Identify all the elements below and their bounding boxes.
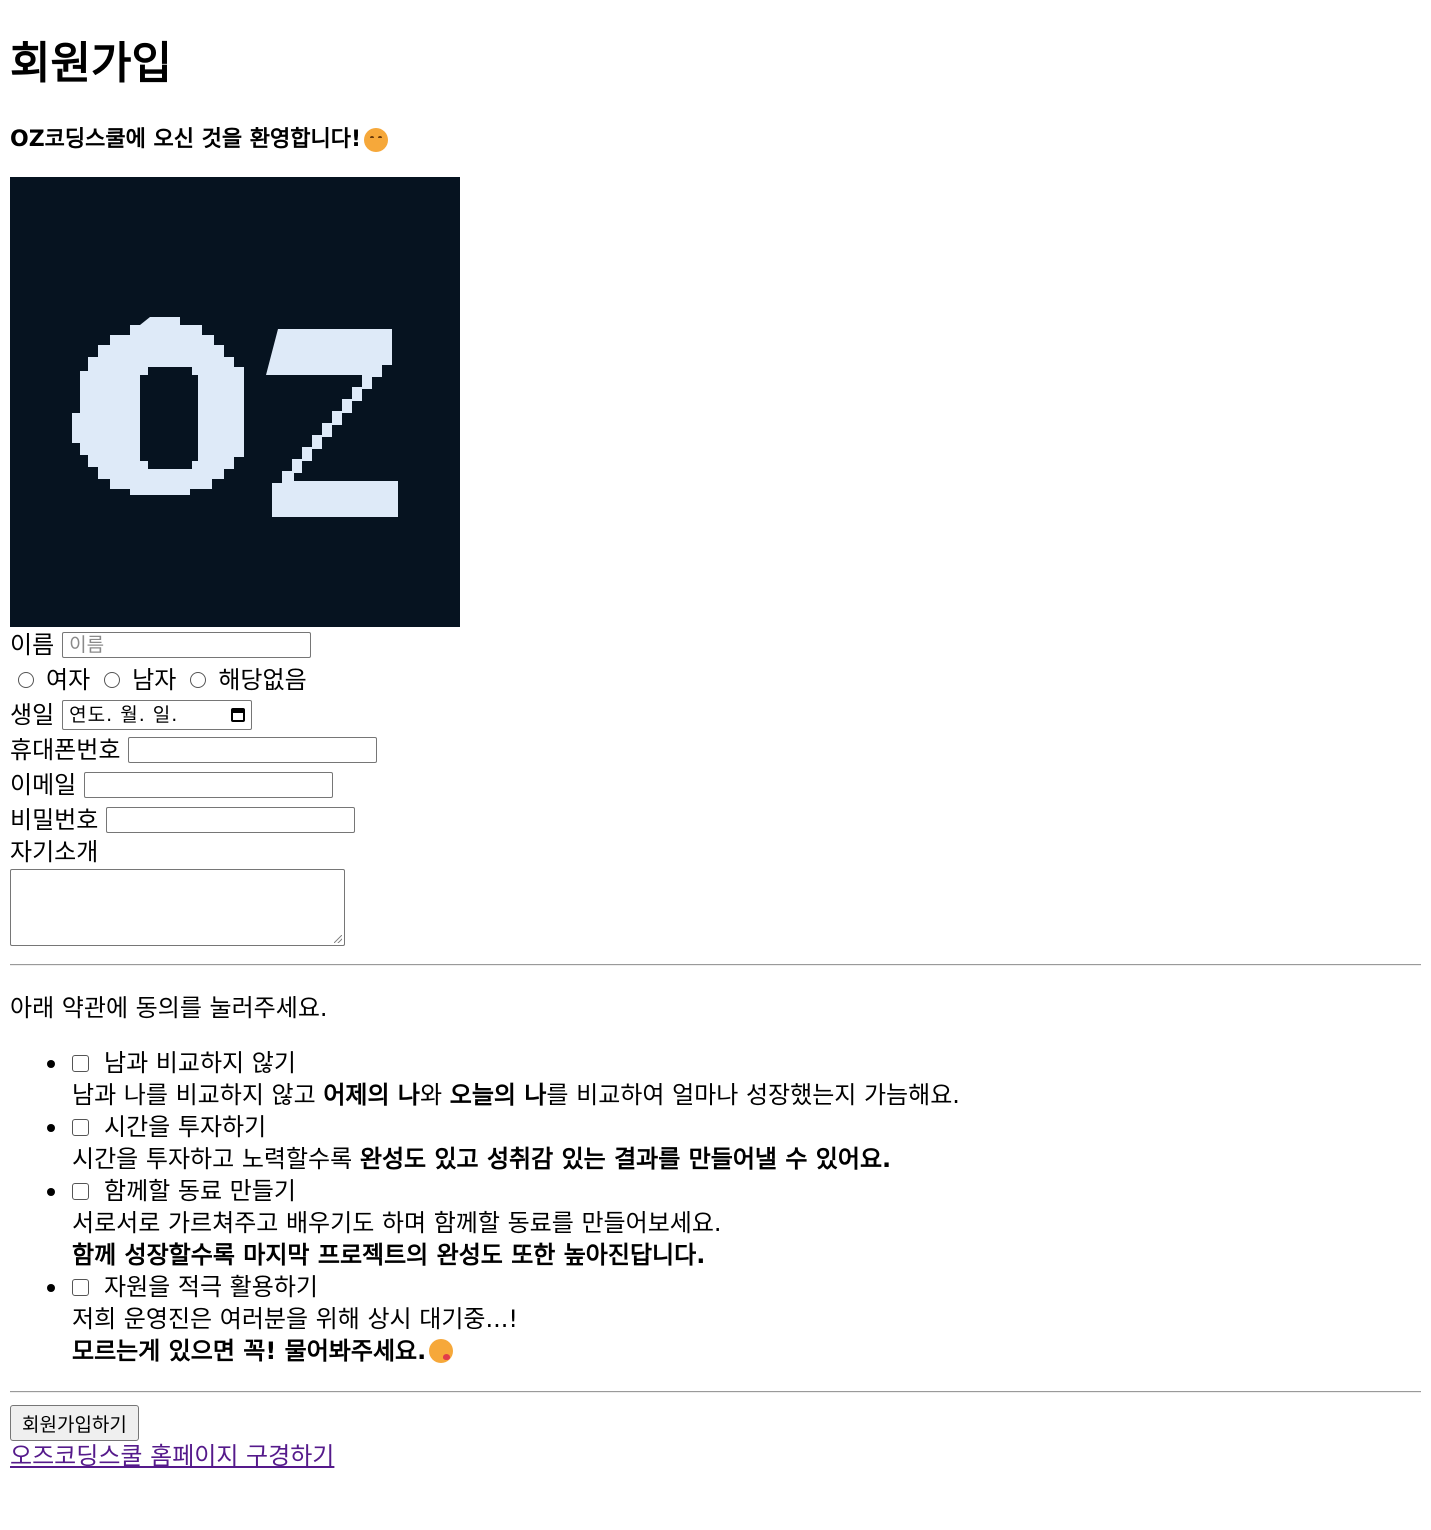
calendar-icon[interactable] (231, 707, 246, 722)
phone-row: 휴대폰번호 (10, 732, 1421, 767)
oz-logo (10, 177, 460, 627)
term-item: 시간을 투자하기 시간을 투자하고 노력할수록 완성도 있고 성취감 있는 결과… (47, 1111, 1421, 1175)
gender-label-male: 남자 (132, 665, 177, 694)
term-title-3: 함께할 동료 만들기 (104, 1177, 296, 1205)
term-checkbox-4[interactable] (72, 1278, 89, 1296)
phone-input[interactable] (128, 736, 378, 763)
gender-radio-female[interactable] (18, 671, 34, 688)
gender-radio-none[interactable] (190, 671, 207, 688)
divider (10, 964, 1421, 966)
birthday-input[interactable]: 연도. 월. 일. (62, 699, 253, 730)
name-input[interactable] (62, 631, 312, 658)
phone-label: 휴대폰번호 (10, 735, 121, 764)
term-title-1: 남과 비교하지 않기 (104, 1049, 296, 1077)
password-row: 비밀번호 (10, 802, 1421, 837)
term-desc-1: 남과 나를 비교하지 않고 어제의 나와 오늘의 나를 비교하여 얼마나 성장했… (72, 1081, 960, 1109)
term-desc-3: 서로서로 가르쳐주고 배우기도 하며 함께할 동료를 만들어보세요. 함께 성장… (72, 1209, 722, 1269)
name-label: 이름 (10, 630, 55, 659)
bullet-icon (47, 1060, 55, 1068)
gender-label-none: 해당없음 (218, 665, 307, 694)
term-checkbox-2[interactable] (72, 1118, 89, 1136)
hugging-face-icon (364, 128, 389, 152)
gender-label-female: 여자 (46, 665, 91, 694)
term-item: 함께할 동료 만들기 서로서로 가르쳐주고 배우기도 하며 함께할 동료를 만들… (47, 1175, 1421, 1271)
email-label: 이메일 (10, 770, 77, 799)
email-input[interactable] (84, 771, 334, 798)
welcome-message: OZ코딩스쿨에 오신 것을 환영합니다! (10, 128, 1421, 152)
signup-button[interactable]: 회원가입하기 (10, 1405, 139, 1441)
name-row: 이름 (10, 627, 1421, 662)
email-row: 이메일 (10, 767, 1421, 802)
birthday-placeholder: 연도. 월. 일. (69, 703, 179, 726)
term-checkbox-1[interactable] (72, 1054, 89, 1072)
birthday-label: 생일 (10, 700, 55, 729)
birthday-row: 생일 연도. 월. 일. (10, 697, 1421, 732)
term-title-2: 시간을 투자하기 (104, 1113, 267, 1141)
bullet-icon (47, 1188, 55, 1196)
term-checkbox-3[interactable] (72, 1182, 89, 1200)
term-item: 자원을 적극 활용하기 저희 운영진은 여러분을 위해 상시 대기중...! 모… (47, 1271, 1421, 1367)
page-title: 회원가입 (10, 38, 172, 89)
intro-textarea[interactable] (10, 869, 345, 946)
divider (10, 1391, 1421, 1393)
signup-page: 회원가입 OZ코딩스쿨에 오신 것을 환영합니다! 이름 여자 남자 해당없음 … (0, 0, 1431, 1471)
term-item: 남과 비교하지 않기 남과 나를 비교하지 않고 어제의 나와 오늘의 나를 비… (47, 1047, 1421, 1111)
bullet-icon (47, 1284, 55, 1292)
term-desc-4: 저희 운영진은 여러분을 위해 상시 대기중...! 모르는게 있으면 꼭! 물… (72, 1305, 519, 1365)
terms-intro: 아래 약관에 동의를 눌러주세요. (10, 994, 328, 1022)
gender-radio-male[interactable] (104, 671, 121, 688)
kissing-face-icon (429, 1339, 454, 1363)
term-title-4: 자원을 적극 활용하기 (104, 1273, 318, 1301)
terms-list: 남과 비교하지 않기 남과 나를 비교하지 않고 어제의 나와 오늘의 나를 비… (10, 1047, 1421, 1367)
term-desc-2: 시간을 투자하고 노력할수록 완성도 있고 성취감 있는 결과를 만들어낼 수 … (72, 1145, 892, 1173)
intro-label: 자기소개 (10, 838, 99, 866)
password-label: 비밀번호 (10, 805, 99, 834)
welcome-text: OZ코딩스쿨에 오신 것을 환영합니다! (10, 127, 362, 152)
bullet-icon (47, 1124, 55, 1132)
gender-row: 여자 남자 해당없음 (10, 662, 1421, 697)
password-input[interactable] (106, 806, 356, 833)
homepage-link[interactable]: 오즈코딩스쿨 홈페이지 구경하기 (10, 1441, 334, 1471)
